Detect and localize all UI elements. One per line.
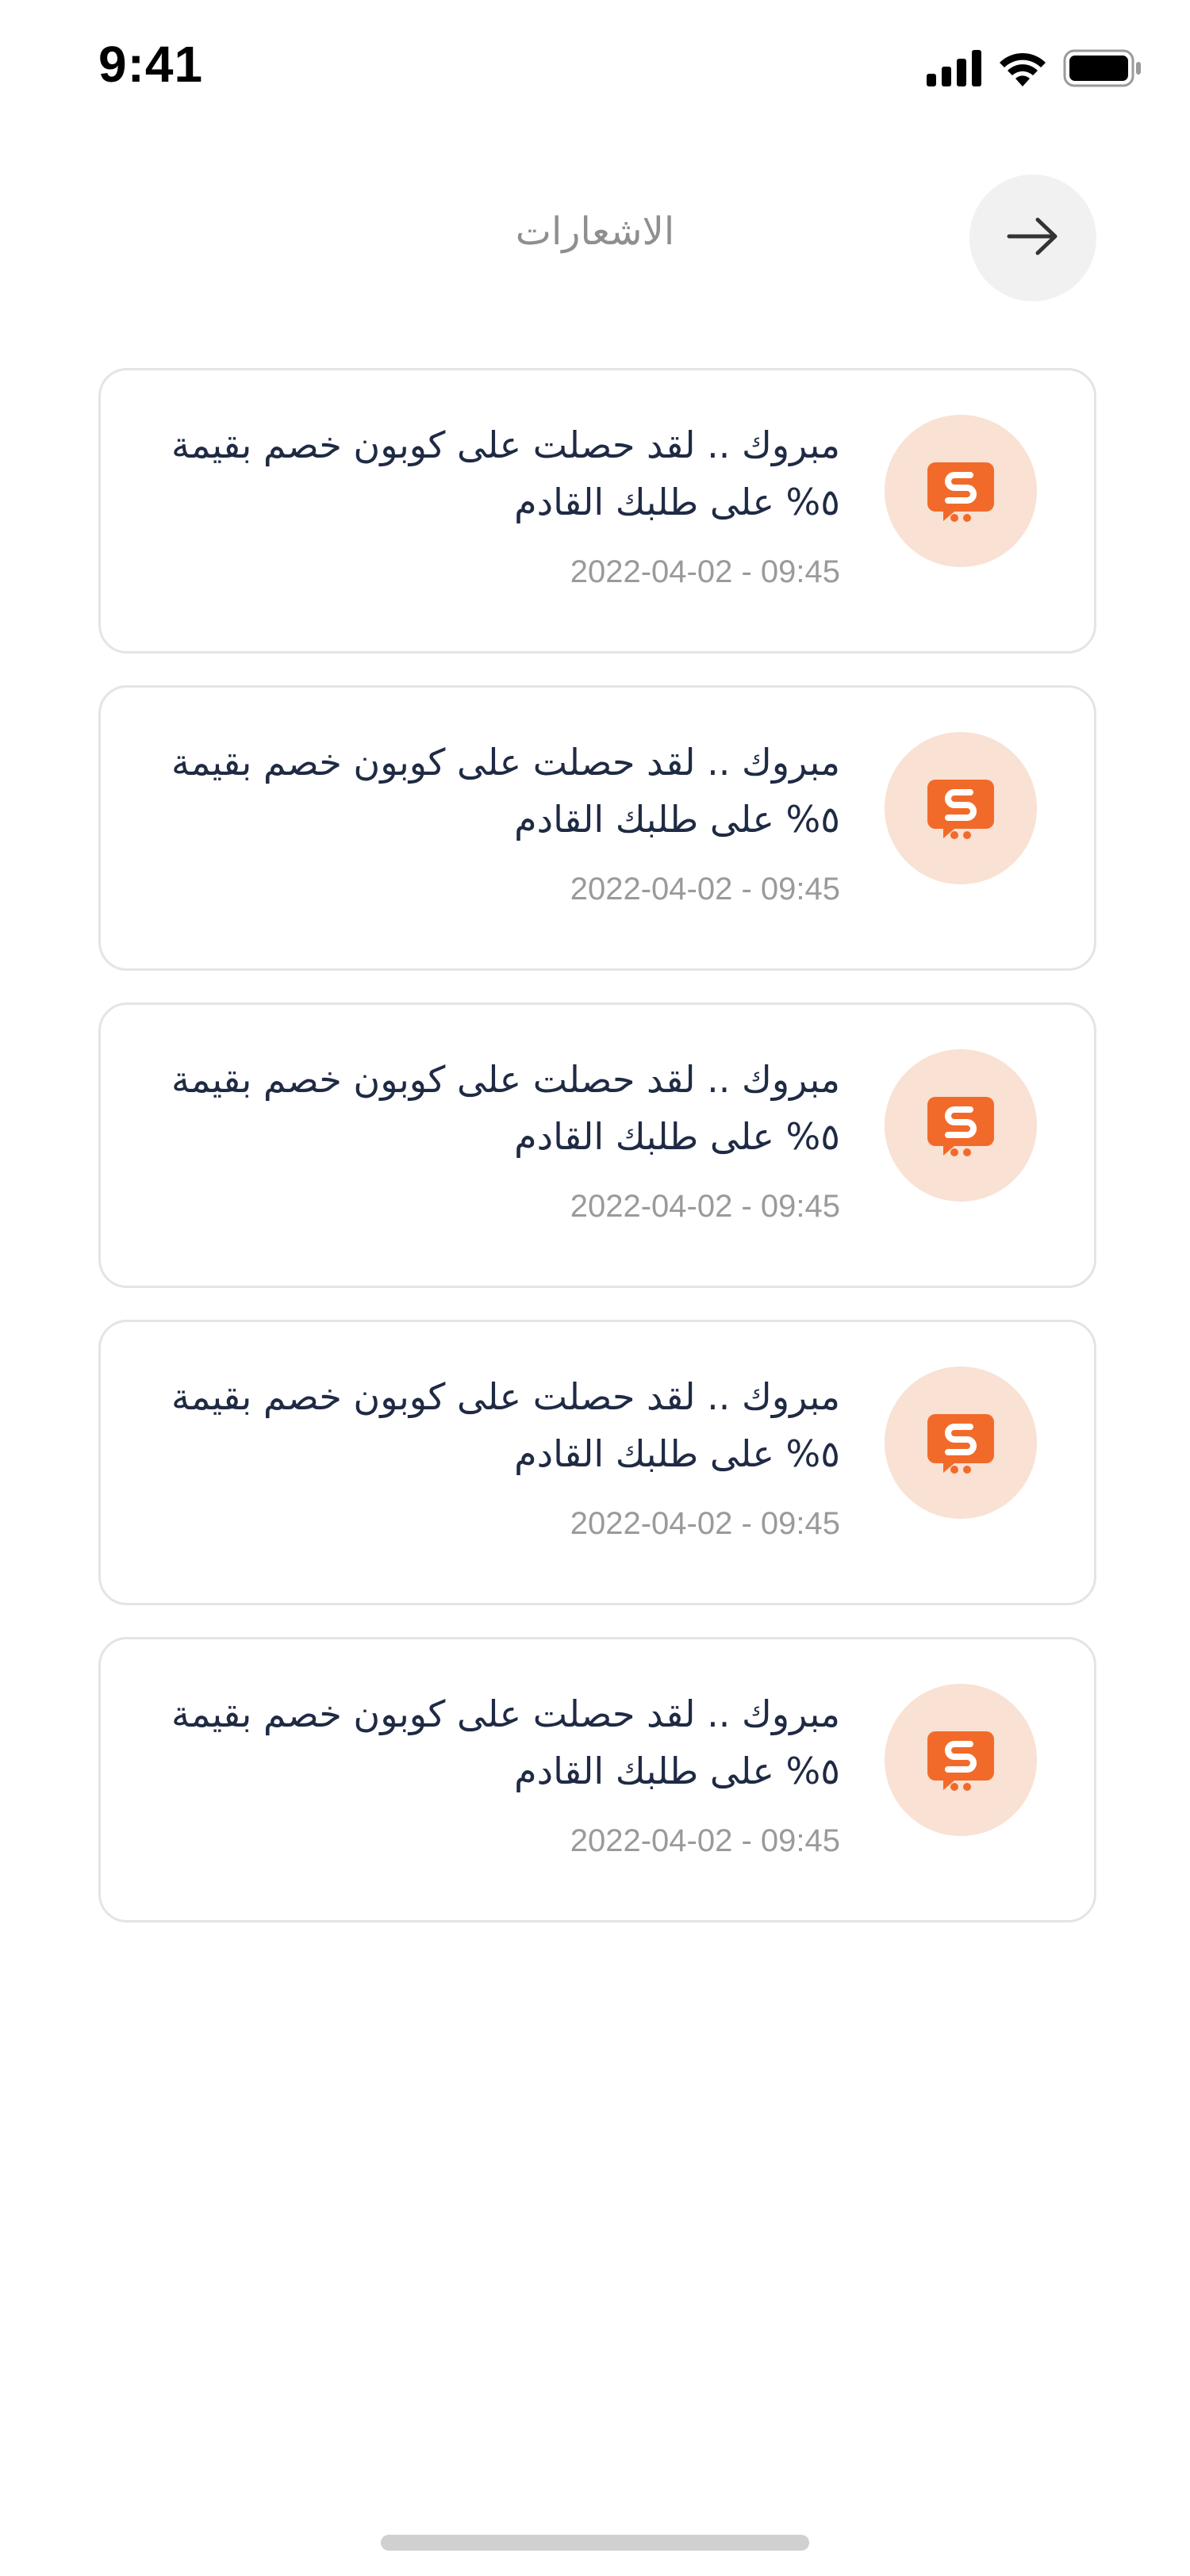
notification-card[interactable]: مبروك .. لقد حصلت على كوبون خصم بقيمة ٥%… [98, 368, 1096, 654]
app-logo-icon [923, 1403, 999, 1482]
notification-list: مبروك .. لقد حصلت على كوبون خصم بقيمة ٥%… [98, 368, 1096, 1954]
notification-card[interactable]: مبروك .. لقد حصلت على كوبون خصم بقيمة ٥%… [98, 1637, 1096, 1922]
notification-message: مبروك .. لقد حصلت على كوبون خصم بقيمة ٥%… [171, 424, 840, 523]
notification-avatar [885, 1367, 1037, 1519]
notification-card[interactable]: مبروك .. لقد حصلت على كوبون خصم بقيمة ٥%… [98, 685, 1096, 971]
notification-timestamp: 2022-04-02 - 09:45 [570, 872, 840, 907]
app-logo-icon [923, 769, 999, 848]
status-icons [927, 46, 1142, 90]
notification-timestamp: 2022-04-02 - 09:45 [570, 554, 840, 589]
notification-timestamp: 2022-04-02 - 09:45 [570, 1189, 840, 1224]
notification-message: مبروك .. لقد حصلت على كوبون خصم بقيمة ٥%… [171, 1058, 840, 1158]
arrow-right-icon [1004, 216, 1061, 260]
battery-icon [1063, 49, 1142, 87]
wifi-icon [998, 50, 1047, 86]
notification-message: مبروك .. لقد حصلت على كوبون خصم بقيمة ٥%… [171, 1692, 840, 1792]
status-time: 9:41 [98, 36, 204, 93]
cellular-signal-icon [927, 50, 982, 86]
notification-avatar [885, 732, 1037, 884]
home-indicator[interactable] [381, 2535, 809, 2551]
notification-card[interactable]: مبروك .. لقد حصلت على كوبون خصم بقيمة ٥%… [98, 1320, 1096, 1605]
app-logo-icon [923, 1720, 999, 1800]
notification-avatar [885, 1684, 1037, 1836]
app-logo-icon [923, 1086, 999, 1165]
status-bar: 9:41 [0, 0, 1190, 119]
header: الاشعارات [0, 167, 1190, 301]
notification-timestamp: 2022-04-02 - 09:45 [570, 1823, 840, 1858]
back-button[interactable] [969, 174, 1096, 301]
notification-avatar [885, 1049, 1037, 1202]
notification-timestamp: 2022-04-02 - 09:45 [570, 1506, 840, 1541]
notification-message: مبروك .. لقد حصلت على كوبون خصم بقيمة ٥%… [171, 741, 840, 841]
app-logo-icon [923, 451, 999, 531]
notification-avatar [885, 415, 1037, 567]
notification-message: مبروك .. لقد حصلت على كوبون خصم بقيمة ٥%… [171, 1375, 840, 1475]
notification-card[interactable]: مبروك .. لقد حصلت على كوبون خصم بقيمة ٥%… [98, 1002, 1096, 1288]
